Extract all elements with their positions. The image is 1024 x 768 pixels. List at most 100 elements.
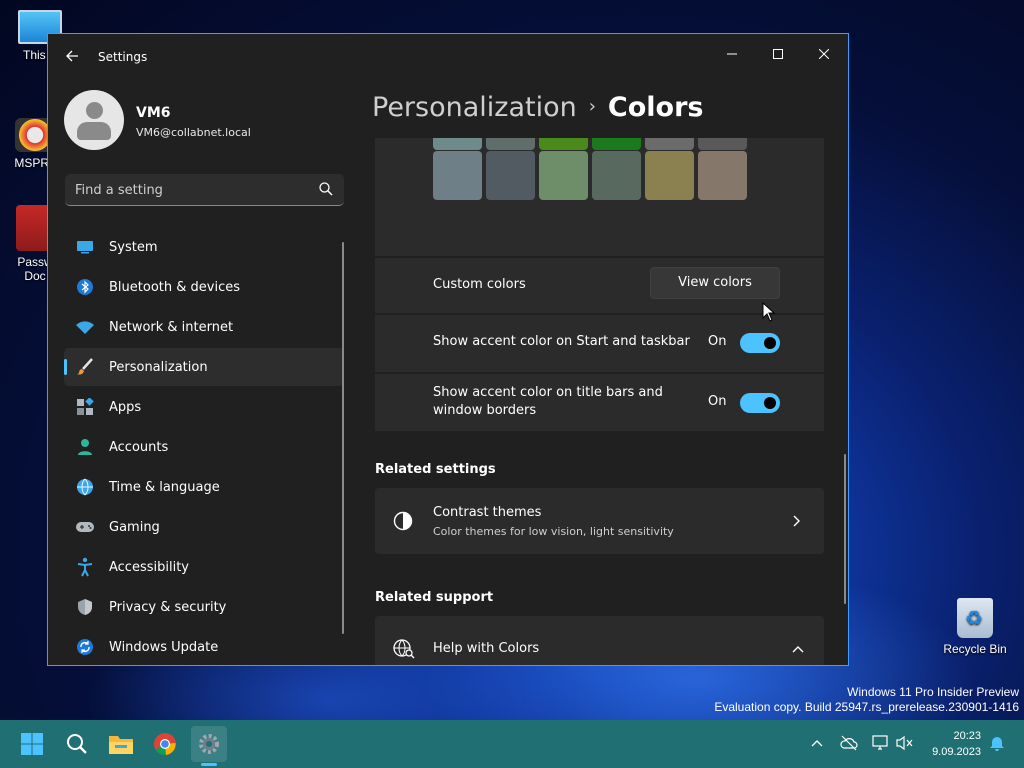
arrow-left-icon	[66, 50, 78, 62]
file-explorer-button[interactable]	[103, 726, 139, 762]
recycle-bin-icon	[957, 598, 993, 638]
windows-logo-icon	[21, 733, 43, 755]
contrast-themes-row[interactable]: Contrast themes Color themes for low vis…	[375, 488, 824, 554]
tray-volume-button[interactable]	[896, 734, 914, 752]
related-support-heading: Related support	[375, 590, 494, 605]
apps-icon	[75, 397, 95, 417]
sidebar-scrollbar[interactable]	[342, 242, 344, 634]
sidebar-item-network[interactable]: Network & internet	[64, 308, 344, 346]
notifications-button[interactable]	[988, 734, 1006, 752]
help-with-colors-row[interactable]: Help with Colors	[375, 616, 824, 665]
contrast-themes-subtitle: Color themes for low vision, light sensi…	[433, 525, 674, 538]
accent-color-swatch[interactable]	[539, 138, 588, 150]
taskbar-clock[interactable]: 20:23 9.09.2023	[932, 728, 981, 760]
page-title: Colors	[607, 92, 704, 123]
accent-start-taskbar-toggle[interactable]	[740, 333, 780, 353]
sidebar-item-personalization[interactable]: Personalization	[64, 348, 344, 386]
taskbar: 20:23 9.09.2023	[0, 720, 1024, 768]
sidebar-item-accessibility[interactable]: Accessibility	[64, 548, 344, 586]
tray-network-button[interactable]	[872, 734, 890, 752]
toggle-state-label: On	[708, 394, 727, 409]
content-scrollbar[interactable]	[844, 454, 846, 604]
view-colors-button[interactable]: View colors	[650, 267, 780, 299]
close-button[interactable]	[801, 40, 847, 70]
chrome-icon	[154, 733, 176, 756]
accent-color-swatch[interactable]	[592, 151, 641, 200]
accent-color-swatch[interactable]	[645, 151, 694, 200]
sidebar-nav: System Bluetooth & devices Network & int…	[64, 228, 344, 665]
accent-title-bars-row: Show accent color on title bars and wind…	[375, 374, 824, 431]
accent-title-bars-label: Show accent color on title bars and wind…	[433, 384, 663, 420]
maximize-icon	[773, 49, 783, 59]
gamepad-icon	[75, 517, 95, 537]
back-button[interactable]	[62, 48, 82, 68]
active-app-indicator	[201, 763, 217, 766]
tray-network-off[interactable]	[840, 734, 858, 752]
sidebar-item-label: Privacy & security	[109, 599, 227, 615]
minimize-icon	[727, 53, 737, 55]
contrast-icon	[393, 511, 413, 531]
accent-title-bars-toggle[interactable]	[740, 393, 780, 413]
user-email: VM6@collabnet.local	[136, 126, 251, 139]
sidebar-item-gaming[interactable]: Gaming	[64, 508, 344, 546]
brush-icon	[75, 357, 95, 377]
user-name: VM6	[136, 105, 171, 121]
accent-title-bars-label-line: Show accent color on title bars and	[433, 385, 663, 400]
breadcrumb-separator: ›	[588, 96, 596, 117]
accent-color-swatch[interactable]	[433, 151, 482, 200]
accent-title-bars-label-line: window borders	[433, 403, 537, 418]
custom-colors-row: Custom colors View colors	[375, 258, 824, 313]
start-button[interactable]	[14, 726, 50, 762]
mouse-cursor-icon	[762, 302, 776, 322]
sidebar-item-label: Network & internet	[109, 319, 234, 335]
maximize-button[interactable]	[755, 40, 801, 70]
sidebar-item-label: Apps	[109, 399, 142, 415]
system-icon	[75, 237, 95, 257]
sidebar-item-time-language[interactable]: Time & language	[64, 468, 344, 506]
accent-color-swatch[interactable]	[645, 138, 694, 150]
accent-color-swatch[interactable]	[486, 138, 535, 150]
related-settings-heading: Related settings	[375, 462, 496, 477]
accent-color-swatch[interactable]	[592, 138, 641, 150]
settings-taskbar-button[interactable]	[191, 726, 227, 762]
minimize-button[interactable]	[709, 40, 755, 70]
sidebar-item-label: Time & language	[109, 479, 220, 495]
toggle-state-label: On	[708, 334, 727, 349]
chevron-up-icon[interactable]	[792, 645, 804, 653]
bell-icon	[990, 737, 1004, 751]
colors-content: Custom colors View colors Show accent co…	[375, 138, 825, 665]
watermark-line: Windows 11 Pro Insider Preview	[847, 685, 1019, 699]
accent-color-swatch[interactable]	[486, 151, 535, 200]
taskbar-search-button[interactable]	[59, 726, 95, 762]
accent-start-taskbar-row: Show accent color on Start and taskbar O…	[375, 315, 824, 372]
desktop-icon-recycle-bin[interactable]: Recycle Bin	[940, 598, 1010, 656]
title-bar[interactable]: Settings	[48, 34, 848, 80]
web-help-icon	[393, 639, 415, 659]
sidebar-item-windows-update[interactable]: Windows Update	[64, 628, 344, 665]
watermark-line: Evaluation copy. Build 25947.rs_prerelea…	[714, 700, 1019, 714]
sidebar-item-system[interactable]: System	[64, 228, 344, 266]
sidebar-item-accounts[interactable]: Accounts	[64, 428, 344, 466]
settings-window: Settings VM6 VM6@collabnet.local System …	[47, 33, 849, 666]
accounts-icon	[75, 437, 95, 457]
network-monitor-icon	[872, 735, 888, 750]
search-input[interactable]	[75, 180, 305, 200]
sidebar-item-apps[interactable]: Apps	[64, 388, 344, 426]
breadcrumb-parent[interactable]: Personalization	[372, 92, 577, 123]
search-box[interactable]	[65, 174, 344, 206]
tray-overflow-button[interactable]	[808, 734, 826, 752]
search-icon	[67, 734, 87, 754]
sidebar-item-bluetooth[interactable]: Bluetooth & devices	[64, 268, 344, 306]
sidebar-item-label: Bluetooth & devices	[109, 279, 240, 295]
accent-color-swatch[interactable]	[539, 151, 588, 200]
custom-colors-label: Custom colors	[433, 277, 526, 292]
sidebar-item-privacy-security[interactable]: Privacy & security	[64, 588, 344, 626]
accent-color-swatch[interactable]	[433, 138, 482, 150]
accent-color-swatch[interactable]	[698, 151, 747, 200]
cloud-off-icon	[840, 735, 858, 751]
shield-icon	[75, 597, 95, 617]
chevron-right-icon	[793, 515, 800, 527]
globe-icon	[75, 477, 95, 497]
accent-color-swatch[interactable]	[698, 138, 747, 150]
chrome-button[interactable]	[147, 726, 183, 762]
